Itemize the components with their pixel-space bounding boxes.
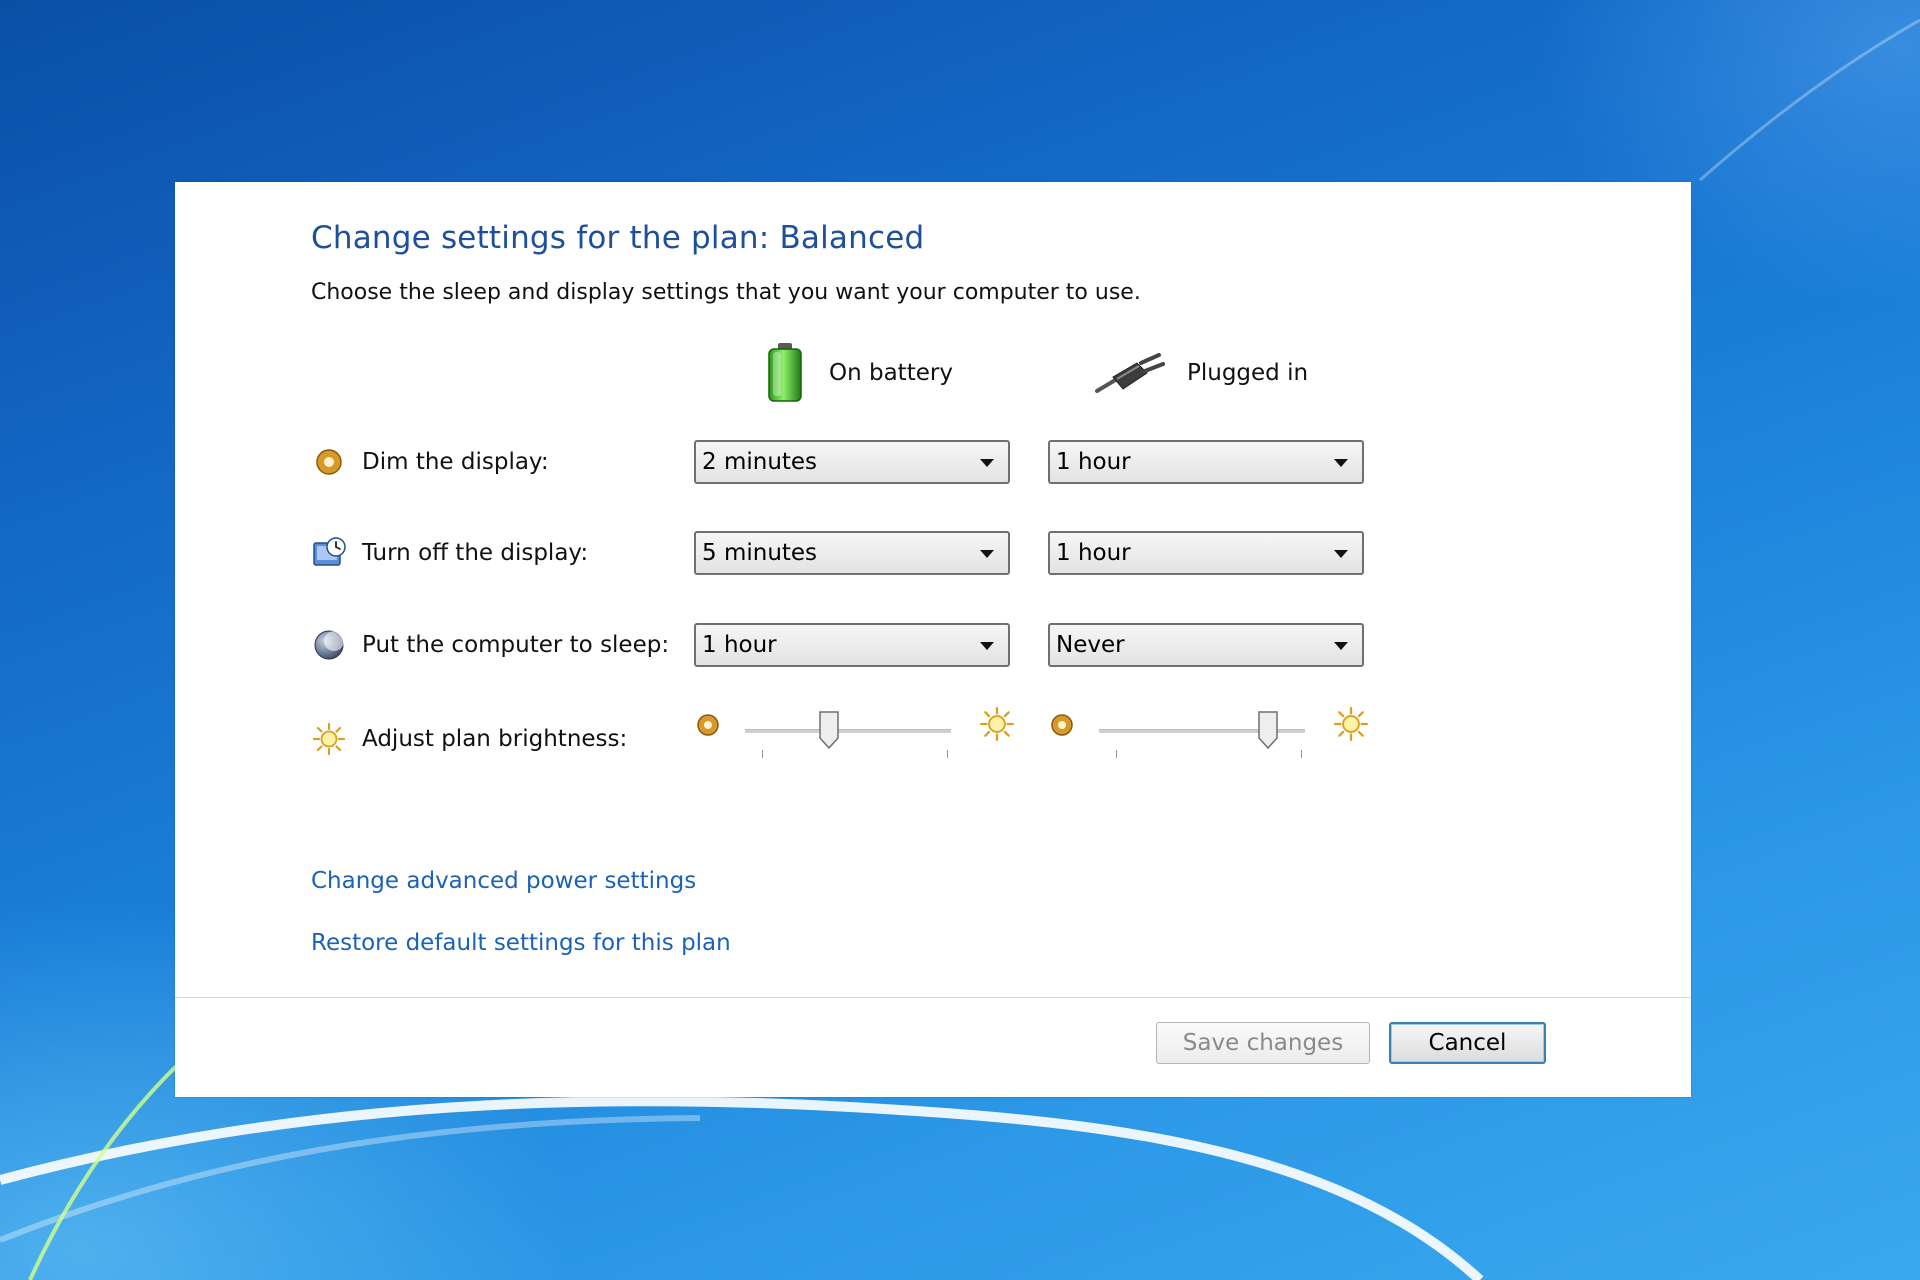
turn-off-display-battery-select[interactable]: 5 minutes (694, 531, 1010, 575)
change-advanced-power-settings-link[interactable]: Change advanced power settings (311, 868, 696, 894)
dim-display-icon (311, 444, 347, 480)
turn-off-display-battery-value: 5 minutes (702, 540, 818, 566)
row-turn-off-display: Turn off the display: (311, 529, 588, 577)
cancel-button[interactable]: Cancel (1389, 1022, 1546, 1064)
power-plan-settings-panel: Change settings for the plan: Balanced C… (175, 182, 1691, 1097)
column-label-plugged: Plugged in (1187, 360, 1309, 386)
row-label-brightness: Adjust plan brightness: (362, 726, 628, 752)
page-subtitle: Choose the sleep and display settings th… (311, 280, 1141, 305)
power-plug-icon (1093, 351, 1165, 395)
sleep-battery-value: 1 hour (702, 632, 777, 658)
sleep-battery-select[interactable]: 1 hour (694, 623, 1010, 667)
row-label-dim-display: Dim the display: (362, 449, 549, 475)
row-label-turn-off-display: Turn off the display: (362, 540, 589, 566)
slider-tick (947, 750, 948, 758)
column-header-plugged: Plugged in (1093, 338, 1308, 408)
save-changes-button[interactable]: Save changes (1156, 1022, 1370, 1064)
row-label-sleep: Put the computer to sleep: (362, 632, 670, 658)
row-dim-display: Dim the display: (311, 438, 549, 486)
dim-display-plugged-select[interactable]: 1 hour (1048, 440, 1364, 484)
chevron-down-icon (980, 642, 994, 650)
turn-off-display-plugged-select[interactable]: 1 hour (1048, 531, 1364, 575)
restore-default-settings-link[interactable]: Restore default settings for this plan (311, 930, 731, 956)
brightness-battery-track[interactable] (745, 729, 951, 733)
slider-tick (762, 750, 763, 758)
battery-icon (763, 341, 807, 405)
monitor-clock-icon (311, 535, 347, 571)
chevron-down-icon (1334, 459, 1348, 467)
turn-off-display-plugged-value: 1 hour (1056, 540, 1131, 566)
moon-sleep-icon (311, 627, 347, 663)
brightness-battery-slider-group (695, 702, 1015, 762)
chevron-down-icon (980, 550, 994, 558)
dim-brightness-icon (1049, 712, 1075, 742)
slider-tick (1301, 750, 1302, 758)
slider-tick (1116, 750, 1117, 758)
sun-icon (311, 721, 347, 757)
dim-display-battery-value: 2 minutes (702, 449, 818, 475)
chevron-down-icon (1334, 550, 1348, 558)
dim-display-battery-select[interactable]: 2 minutes (694, 440, 1010, 484)
column-label-battery: On battery (829, 360, 953, 386)
chevron-down-icon (980, 459, 994, 467)
row-brightness: Adjust plan brightness: (311, 715, 627, 763)
bright-sun-icon (979, 706, 1015, 746)
bright-sun-icon (1333, 706, 1369, 746)
sleep-plugged-value: Never (1056, 632, 1125, 658)
brightness-battery-slider-thumb[interactable] (818, 710, 840, 750)
chevron-down-icon (1334, 642, 1348, 650)
row-sleep: Put the computer to sleep: (311, 621, 669, 669)
sleep-plugged-select[interactable]: Never (1048, 623, 1364, 667)
footer-divider (175, 997, 1691, 998)
dim-brightness-icon (695, 712, 721, 742)
brightness-plugged-slider-group (1049, 702, 1369, 762)
page-title: Change settings for the plan: Balanced (311, 220, 925, 256)
dim-display-plugged-value: 1 hour (1056, 449, 1131, 475)
brightness-plugged-slider-thumb[interactable] (1257, 710, 1279, 750)
column-header-battery: On battery (763, 338, 953, 408)
